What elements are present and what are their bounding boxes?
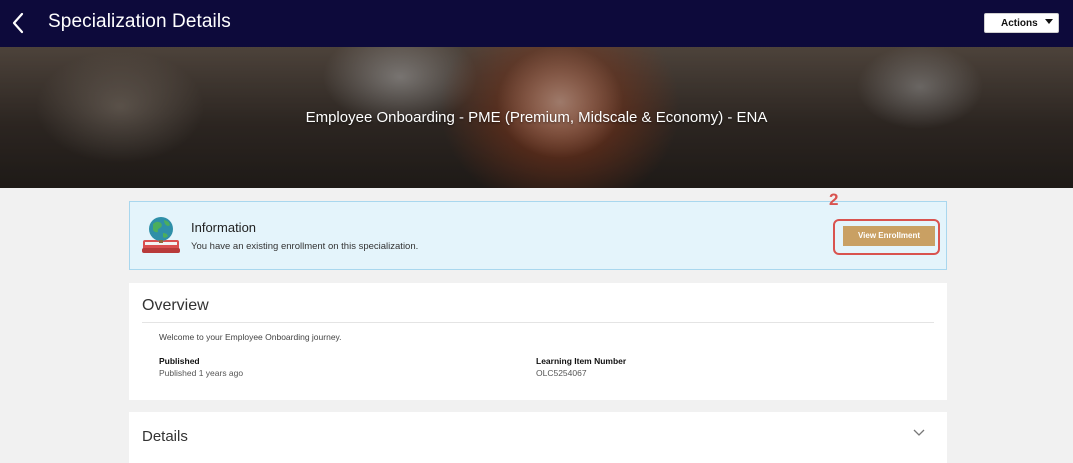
actions-dropdown[interactable]: Actions [984,13,1059,33]
chevron-left-icon [12,12,24,34]
details-title: Details [142,428,188,445]
details-section[interactable]: Details [129,412,947,463]
callout-highlight [833,219,940,255]
specialization-title: Employee Onboarding - PME (Premium, Mids… [305,109,768,126]
information-message: You have an existing enrollment on this … [191,241,419,252]
overview-description: Welcome to your Employee Onboarding jour… [159,332,342,342]
information-banner: Information You have an existing enrollm… [129,201,947,270]
chevron-down-icon[interactable] [913,429,925,437]
learning-item-number-value: OLC5254067 [536,368,587,378]
learning-item-number-label: Learning Item Number [536,356,627,366]
page-title: Specialization Details [48,11,231,32]
top-bar: Specialization Details Actions [0,0,1073,47]
overview-title: Overview [142,297,209,314]
published-value: Published 1 years ago [159,368,244,378]
caret-down-icon [1045,19,1053,24]
globe-on-book-icon [142,217,180,253]
actions-label: Actions [1001,18,1038,29]
callout-number: 2 [829,190,839,209]
published-label: Published [159,356,200,366]
overview-card: Overview Welcome to your Employee Onboar… [129,283,947,400]
back-button[interactable] [9,10,29,36]
information-heading: Information [191,220,257,235]
divider [142,322,934,323]
hero-banner: Employee Onboarding - PME (Premium, Mids… [0,47,1073,188]
